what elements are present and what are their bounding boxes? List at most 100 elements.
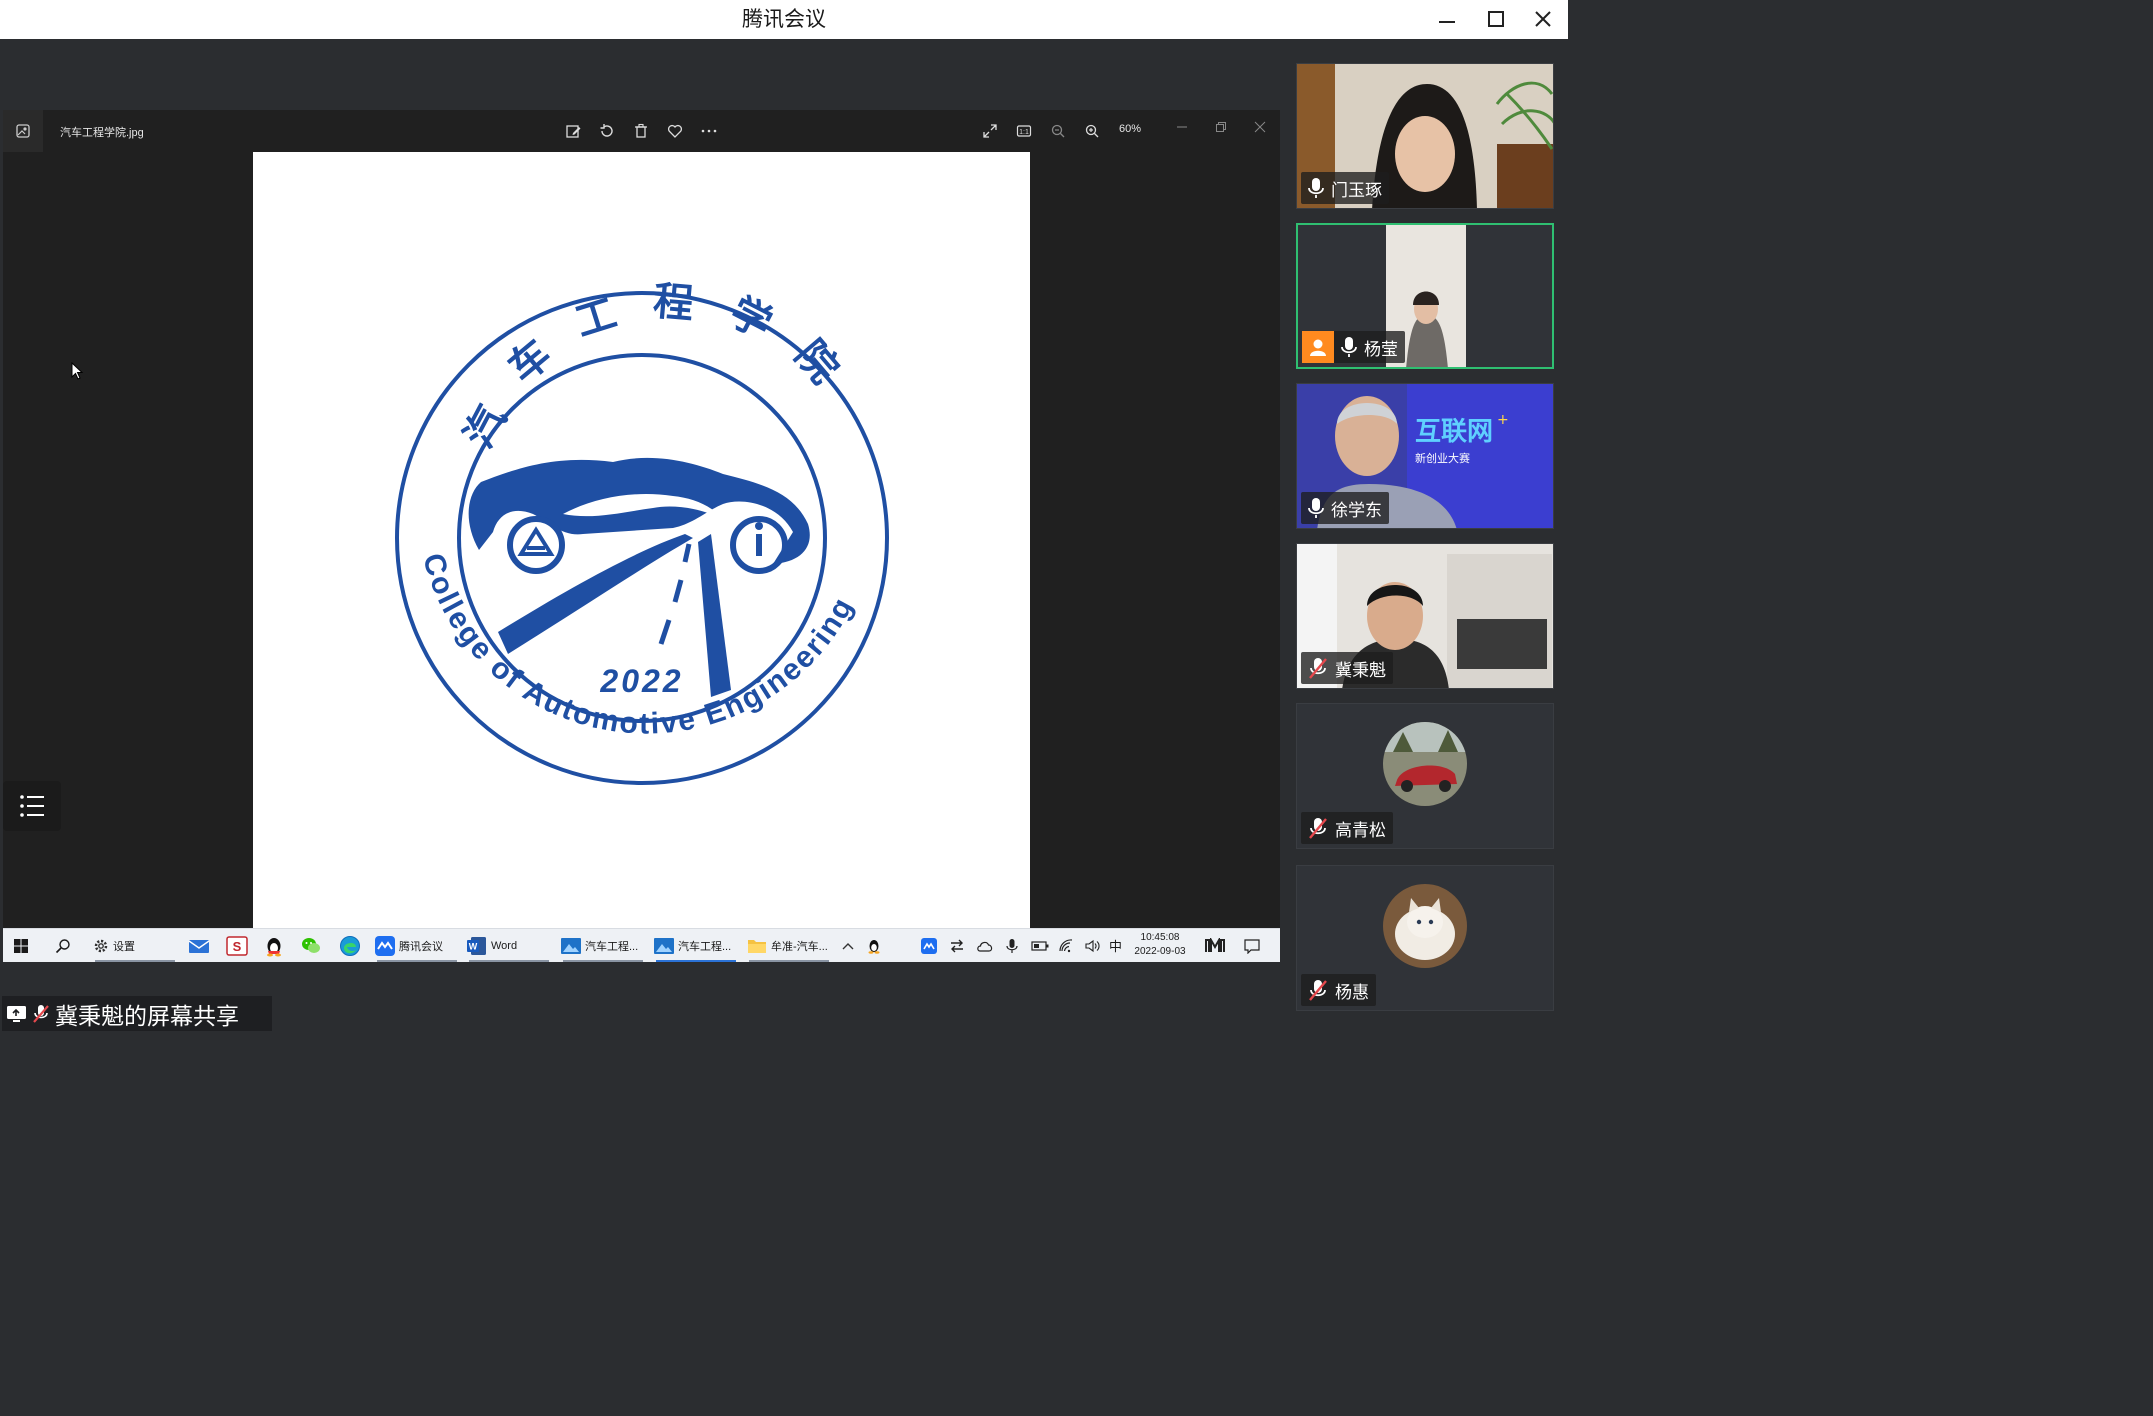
participant-tile[interactable]: 杨莹 bbox=[1296, 223, 1554, 369]
more-options-button[interactable] bbox=[698, 120, 720, 142]
windows-taskbar: 设置 S 腾讯会议 W Word 汽车工程... 汽车工程... 牟准-汽车..… bbox=[3, 928, 1280, 962]
running-indicator bbox=[469, 960, 549, 962]
user-icon bbox=[1310, 339, 1326, 356]
college-logo: 汽车工程学院 College of Automotive Engineering… bbox=[395, 278, 889, 785]
delete-button[interactable] bbox=[630, 120, 652, 142]
taskbar-wechat[interactable] bbox=[300, 929, 322, 962]
participant-nameplate: 徐学东 bbox=[1301, 492, 1389, 524]
show-hidden-icons-button[interactable] bbox=[841, 929, 855, 962]
favorite-button[interactable] bbox=[664, 120, 686, 142]
mouse-pointer-icon bbox=[71, 362, 84, 380]
input-method-label: 中 bbox=[1109, 939, 1123, 954]
taskbar-file-explorer[interactable]: 牟准-汽车... bbox=[747, 929, 831, 962]
taskbar-file-explorer-label: 牟准-汽车... bbox=[771, 940, 828, 953]
search-button[interactable] bbox=[55, 929, 71, 962]
participant-video-panel: 门玉琢 杨莹 互联网 + 新创业大赛 徐学东 冀秉魁 高青松 杨惠 bbox=[1282, 39, 1568, 1031]
fullscreen-button[interactable] bbox=[979, 120, 1001, 142]
wechat-icon bbox=[302, 937, 320, 953]
microphone-icon bbox=[1006, 938, 1018, 953]
tray-input-method[interactable]: 中 bbox=[1109, 929, 1122, 962]
tray-volume[interactable] bbox=[1085, 929, 1101, 962]
taskbar-app-red[interactable]: S bbox=[226, 929, 248, 962]
minimize-button[interactable] bbox=[1424, 2, 1470, 36]
tray-tencent-meeting[interactable] bbox=[921, 929, 937, 962]
taskbar-photos-2[interactable]: 汽车工程... bbox=[654, 929, 738, 962]
participant-tile[interactable]: 互联网 + 新创业大赛 徐学东 bbox=[1296, 383, 1554, 529]
edge-browser-icon bbox=[340, 935, 360, 956]
battery-icon bbox=[1031, 940, 1049, 951]
logo-car-emblem bbox=[468, 457, 810, 697]
participant-tile[interactable]: 冀秉魁 bbox=[1296, 543, 1554, 689]
start-button[interactable] bbox=[13, 929, 29, 962]
taskbar-photos-2-label: 汽车工程... bbox=[678, 940, 732, 953]
cloud-icon bbox=[977, 941, 993, 952]
zoom-in-button[interactable] bbox=[1081, 120, 1103, 142]
qq-penguin-icon bbox=[267, 937, 281, 956]
svg-text:新创业大赛: 新创业大赛 bbox=[1415, 451, 1470, 465]
photos-app-window: 汽车工程学院.jpg 1:1 60% 汽车工程学院 College of Aut… bbox=[3, 110, 1280, 928]
microphone-icon bbox=[1308, 178, 1324, 198]
taskbar-settings[interactable]: 设置 bbox=[93, 929, 177, 962]
actual-size-button[interactable]: 1:1 bbox=[1013, 120, 1035, 142]
taskbar-tencent-meeting-label: 腾讯会议 bbox=[399, 940, 443, 953]
taskbar-word[interactable]: W Word bbox=[467, 929, 551, 962]
mail-icon bbox=[188, 939, 210, 953]
app-m-logo-icon bbox=[1205, 937, 1225, 952]
taskbar-photos-1[interactable]: 汽车工程... bbox=[561, 929, 645, 962]
rotate-button[interactable] bbox=[596, 120, 618, 142]
svg-text:+: + bbox=[1497, 412, 1509, 428]
zoom-out-button[interactable] bbox=[1047, 120, 1069, 142]
tray-microphone[interactable] bbox=[1005, 929, 1019, 962]
screen-share-label: 冀秉魁的屏幕共享 bbox=[55, 1003, 239, 1030]
search-icon bbox=[55, 938, 70, 953]
photos-close-button[interactable] bbox=[1249, 118, 1271, 136]
edit-image-icon bbox=[566, 125, 581, 138]
logo-english-name: College of Automotive Engineering bbox=[416, 550, 860, 741]
edit-image-button[interactable] bbox=[562, 120, 584, 142]
logo-chinese-name: 汽车工程学院 bbox=[456, 278, 869, 455]
zoom-out-icon bbox=[1051, 124, 1065, 138]
participant-nameplate: 杨莹 bbox=[1302, 331, 1405, 363]
taskbar-tencent-meeting[interactable]: 腾讯会议 bbox=[375, 929, 459, 962]
participant-tile[interactable]: 杨惠 bbox=[1296, 865, 1554, 1011]
tray-app-m[interactable] bbox=[1205, 929, 1225, 962]
folder-icon bbox=[748, 939, 766, 953]
participant-name: 高青松 bbox=[1335, 820, 1386, 841]
list-icon bbox=[20, 795, 44, 817]
tray-onedrive[interactable] bbox=[976, 929, 994, 962]
notification-icon bbox=[1244, 938, 1260, 954]
taskbar-settings-label: 设置 bbox=[113, 940, 135, 953]
participant-tile[interactable]: 高青松 bbox=[1296, 703, 1554, 849]
microphone-icon bbox=[1341, 337, 1357, 357]
participant-name: 门玉琢 bbox=[1331, 180, 1382, 201]
avatar bbox=[1383, 884, 1467, 968]
tray-battery[interactable] bbox=[1031, 929, 1049, 962]
notification-center-button[interactable] bbox=[1243, 929, 1261, 962]
tray-transfer[interactable] bbox=[949, 929, 965, 962]
windows-logo-icon bbox=[14, 938, 28, 953]
taskbar-qq[interactable] bbox=[264, 929, 284, 962]
app-s-icon: S bbox=[226, 935, 248, 956]
close-button[interactable] bbox=[1520, 2, 1566, 36]
photos-minimize-button[interactable] bbox=[1171, 118, 1193, 136]
running-indicator bbox=[377, 960, 457, 962]
running-indicator bbox=[749, 960, 829, 962]
tray-wifi[interactable] bbox=[1058, 929, 1074, 962]
maximize-button[interactable] bbox=[1473, 2, 1519, 36]
taskbar-word-label: Word bbox=[491, 939, 518, 952]
participant-name: 杨莹 bbox=[1364, 339, 1398, 360]
logo-year: 2022 bbox=[599, 663, 683, 699]
participant-nameplate: 门玉琢 bbox=[1301, 172, 1389, 204]
list-menu-button[interactable] bbox=[3, 781, 61, 831]
taskbar-clock[interactable]: 10:45:08 2022-09-03 bbox=[1125, 931, 1195, 959]
qq-penguin-icon bbox=[868, 939, 880, 954]
photos-restore-button[interactable] bbox=[1210, 118, 1232, 136]
taskbar-mail[interactable] bbox=[188, 929, 210, 962]
title-bar: 腾讯会议 bbox=[0, 0, 1568, 39]
clock-time: 10:45:08 bbox=[1140, 932, 1180, 943]
heart-icon bbox=[668, 124, 682, 138]
taskbar-edge[interactable] bbox=[339, 929, 361, 962]
participant-tile[interactable]: 门玉琢 bbox=[1296, 63, 1554, 209]
svg-text:1:1: 1:1 bbox=[1019, 129, 1029, 136]
tray-qq[interactable] bbox=[867, 929, 881, 962]
